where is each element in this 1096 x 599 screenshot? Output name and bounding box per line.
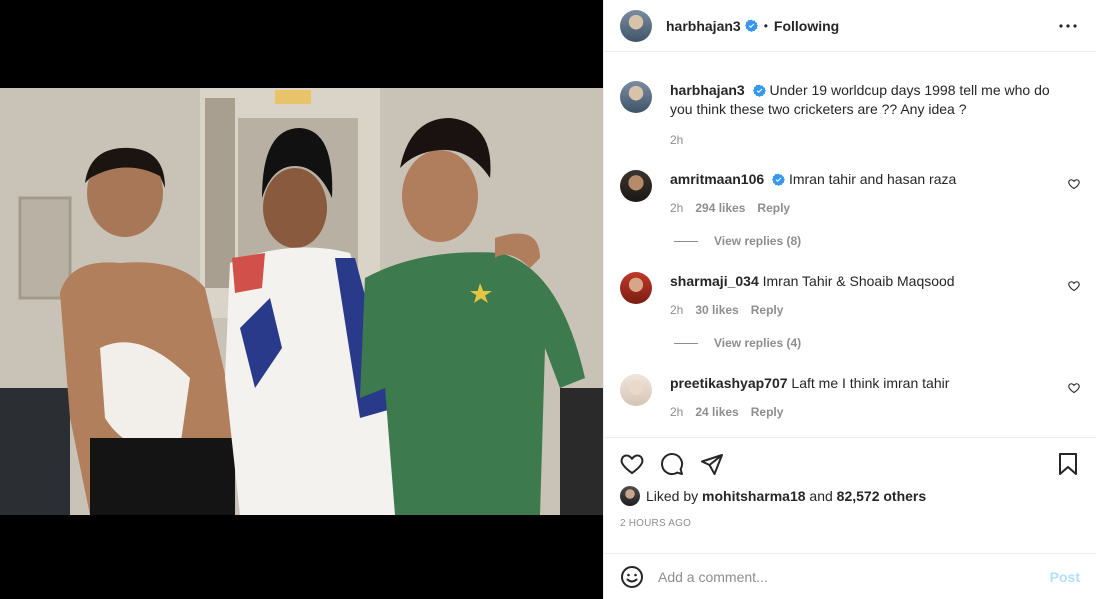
comment-text: Imran tahir and hasan raza	[788, 171, 957, 187]
following-button[interactable]: Following	[774, 18, 839, 34]
commenter-username[interactable]: amritmaan106	[670, 171, 764, 187]
emoji-icon[interactable]	[620, 565, 644, 589]
view-replies-button[interactable]: View replies (8)	[674, 234, 1080, 248]
verified-badge-icon	[752, 84, 766, 97]
comment-like-heart-icon[interactable]	[1068, 280, 1080, 292]
verified-badge-icon	[772, 173, 786, 186]
bookmark-icon[interactable]	[1056, 452, 1080, 476]
view-replies-label[interactable]: View replies (4)	[714, 336, 801, 350]
more-options-icon[interactable]	[1056, 14, 1080, 38]
liked-by-and: and	[809, 488, 833, 504]
commenter-avatar[interactable]	[620, 170, 652, 202]
action-icons	[620, 438, 1080, 490]
liked-by-prefix: Liked by	[646, 488, 699, 504]
comment-time[interactable]: 2h	[670, 199, 683, 218]
comment-text: Imran Tahir & Shoaib Maqsood	[762, 273, 955, 289]
commenter-username[interactable]: sharmaji_034	[670, 273, 759, 289]
reply-button[interactable]: Reply	[757, 199, 790, 218]
commenter-avatar[interactable]	[620, 374, 652, 406]
share-paper-plane-icon[interactable]	[700, 452, 724, 476]
commenter-avatar[interactable]	[620, 272, 652, 304]
comment-like-heart-icon[interactable]	[1068, 382, 1080, 394]
post-actions: Liked by mohitsharma18 and 82,572 others…	[604, 437, 1096, 529]
comments-list[interactable]: harbhajan3 Under 19 worldcup days 1998 t…	[604, 53, 1096, 437]
author-username[interactable]: harbhajan3	[666, 18, 741, 34]
like-heart-icon[interactable]	[620, 452, 644, 476]
commenter-username[interactable]: preetikashyap707	[670, 375, 788, 391]
separator-dot: •	[763, 18, 768, 33]
view-replies-label[interactable]: View replies (8)	[714, 234, 801, 248]
caption-avatar[interactable]	[620, 81, 652, 113]
add-comment-bar: Post	[604, 553, 1096, 599]
comment-likes[interactable]: 30 likes	[695, 301, 738, 320]
reply-button[interactable]: Reply	[751, 301, 784, 320]
comment-text: Laft me I think imran tahir	[791, 375, 950, 391]
verified-badge-icon	[744, 19, 758, 32]
author-avatar[interactable]	[620, 9, 652, 42]
comment-bubble-icon[interactable]	[660, 452, 684, 476]
post-photo[interactable]	[0, 88, 603, 515]
caption-time[interactable]: 2h	[670, 131, 683, 150]
comment-likes[interactable]: 24 likes	[695, 403, 738, 422]
comment-item: preetikashyap707 Laft me I think imran t…	[620, 374, 1080, 422]
likes-summary: Liked by mohitsharma18 and 82,572 others	[620, 486, 1080, 506]
comment-item: amritmaan106 Imran tahir and hasan raza …	[620, 170, 1080, 218]
comment-input[interactable]	[658, 568, 1050, 585]
comment-like-heart-icon[interactable]	[1068, 178, 1080, 190]
post-timestamp[interactable]: 2 HOURS AGO	[620, 518, 1080, 529]
photo-illustration	[0, 88, 603, 515]
caption-username[interactable]: harbhajan3	[670, 82, 745, 98]
likes-others-count[interactable]: 82,572 others	[837, 488, 927, 504]
comment-time[interactable]: 2h	[670, 403, 683, 422]
replies-divider	[674, 240, 698, 242]
post-comment-button[interactable]: Post	[1050, 569, 1080, 585]
comment-likes[interactable]: 294 likes	[695, 199, 745, 218]
replies-divider	[674, 342, 698, 344]
reply-button[interactable]: Reply	[751, 403, 784, 422]
post-sidebar: harbhajan3 • Following harbhajan3 Under …	[603, 0, 1096, 599]
liker-username[interactable]: mohitsharma18	[702, 488, 805, 504]
view-replies-button[interactable]: View replies (4)	[674, 336, 1080, 350]
caption: harbhajan3 Under 19 worldcup days 1998 t…	[620, 81, 1080, 150]
liker-avatar[interactable]	[620, 486, 640, 506]
post-media[interactable]	[0, 0, 603, 599]
post-header: harbhajan3 • Following	[604, 0, 1096, 52]
comment-item: sharmaji_034 Imran Tahir & Shoaib Maqsoo…	[620, 272, 1080, 320]
comment-time[interactable]: 2h	[670, 301, 683, 320]
